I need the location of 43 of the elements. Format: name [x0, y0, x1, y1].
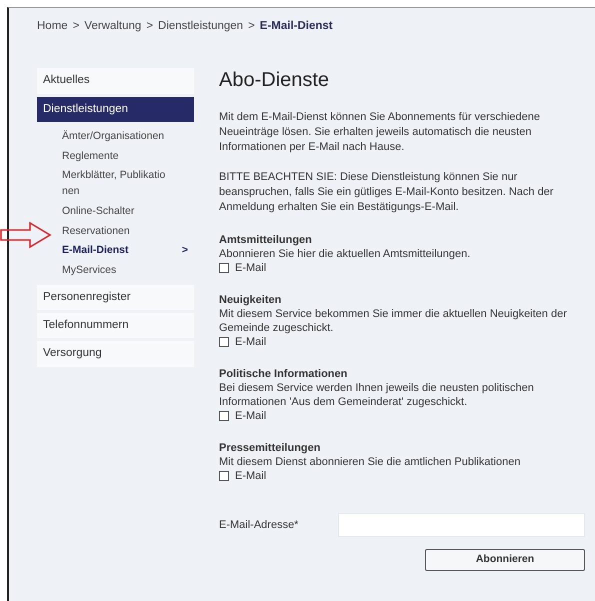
- sidebar-subitem[interactable]: Merkblätter, Publikationen: [37, 166, 194, 202]
- section-description: Bei diesem Service werden Ihnen jeweils die neusten politischen Informationen 'Aus dem Gemeinderat' zugeschickt.: [219, 381, 535, 410]
- checkbox[interactable]: [219, 337, 229, 348]
- sidebar-item[interactable]: Versorgung: [37, 341, 194, 366]
- breadcrumb-link[interactable]: Home: [37, 18, 68, 36]
- breadcrumb-current: E-Mail-Dienst: [260, 19, 333, 34]
- section-heading: Politische Informationen: [219, 367, 348, 382]
- section-heading: Amtsmitteilungen: [219, 233, 313, 248]
- sidebar-item[interactable]: Telefonnummern: [37, 313, 194, 338]
- section-heading: Pressemitteilungen: [219, 441, 322, 456]
- sidebar-subitem[interactable]: Reglemente: [37, 146, 194, 166]
- email-field[interactable]: [338, 513, 585, 538]
- breadcrumb-separator: >: [72, 19, 80, 34]
- checkbox-label: E-Mail: [235, 409, 266, 424]
- breadcrumb-link[interactable]: Verwaltung: [84, 18, 142, 36]
- section-description: Mit diesem Dienst abonnieren Sie die amtlichen Publikationen: [219, 455, 522, 470]
- sidebar-item[interactable]: Aktuelles: [37, 68, 194, 94]
- paragraph: Mit dem E-Mail-Dienst können Sie Abonnements für verschiedene Neueinträge lösen. Sie erhalten jeweils automatisch die neusten Informationen per E-Mail nach Hause.: [219, 110, 541, 156]
- field-label: E-Mail-Adresse*: [219, 518, 298, 533]
- checkbox[interactable]: [219, 411, 229, 422]
- breadcrumb-link[interactable]: Dienstleistungen: [158, 18, 244, 36]
- sidebar-subitem[interactable]: MyServices: [37, 261, 194, 281]
- sidebar-item[interactable]: Dienstleistungen: [37, 96, 194, 122]
- sidebar-subitem[interactable]: Reservationen: [37, 222, 194, 242]
- checkbox-label: E-Mail: [235, 469, 266, 484]
- breadcrumb-separator: >: [248, 19, 255, 34]
- section-description: Mit diesem Service bekommen Sie immer die aktuellen Neuigkeiten der Gemeinde zugeschickt.: [219, 307, 568, 336]
- section-description: Abonnieren Sie hier die aktuellen Amtsmitteilungen.: [219, 247, 472, 262]
- subscribe-button[interactable]: Abonnieren: [425, 549, 585, 572]
- chevron-icon: >: [182, 243, 188, 259]
- checkbox-label: E-Mail: [235, 335, 266, 350]
- sidebar-item[interactable]: Personenregister: [37, 284, 194, 310]
- checkbox[interactable]: [219, 263, 229, 274]
- sidebar-subitem[interactable]: Ämter/Organisationen: [37, 126, 194, 146]
- sidebar-subitem[interactable]: Online-Schalter: [37, 202, 194, 222]
- paragraph: BITTE BEACHTEN SIE: Diese Dienstleistung können Sie nur beanspruchen, falls Sie ein gütliges E-Mail-Konto besitzen. Nach der Anmeldung erhalten Sie ein Bestätigungs-E-Mail.: [219, 170, 554, 216]
- checkbox-label: E-Mail: [235, 261, 266, 276]
- checkbox[interactable]: [219, 471, 229, 482]
- breadcrumb-separator: >: [146, 19, 154, 34]
- section-heading: Neuigkeiten: [219, 293, 282, 308]
- page-title: Abo-Dienste: [219, 68, 330, 92]
- sidebar-subitem[interactable]: E-Mail-Dienst >: [37, 241, 194, 261]
- arrow-icon: [0, 221, 52, 249]
